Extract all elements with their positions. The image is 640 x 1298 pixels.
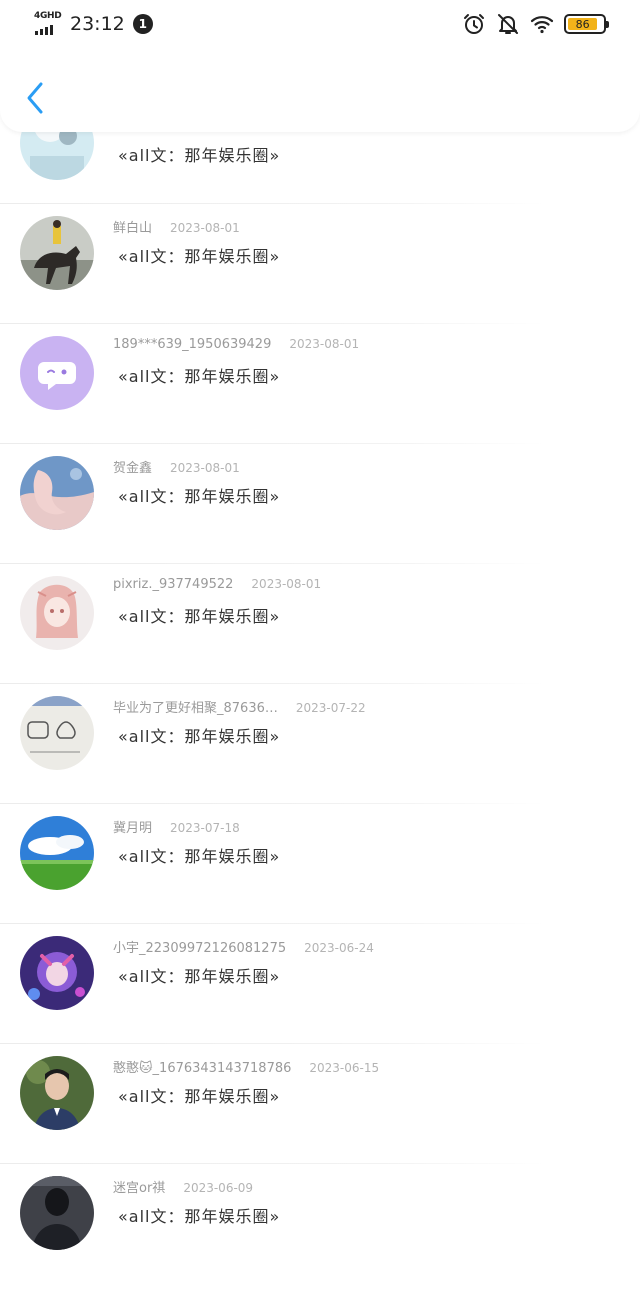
chevron-left-icon	[27, 82, 43, 114]
message-meta: 冀月明 2023-07-18	[113, 817, 240, 836]
notification-badge: 1	[132, 14, 153, 34]
list-item[interactable]: pixriz._937749522 2023-08-01 «all文：那年娱乐圈…	[0, 563, 640, 683]
status-right: 86	[462, 12, 609, 36]
back-button[interactable]	[18, 78, 52, 118]
top-nav-bar	[0, 50, 640, 132]
message-date: 2023-08-01	[289, 337, 360, 351]
avatar[interactable]	[20, 1176, 94, 1250]
wifi-icon	[530, 16, 554, 34]
username[interactable]: 毕业为了更好相聚_87636…	[113, 697, 278, 716]
bell-muted-icon	[498, 14, 518, 34]
list-item[interactable]: 毕业为了更好相聚_87636… 2023-07-22 «all文：那年娱乐圈»	[0, 683, 640, 803]
message-text[interactable]: «all文：那年娱乐圈»	[118, 483, 280, 507]
message-meta: 小宇_22309972126081275 2023-06-24	[113, 937, 374, 956]
message-date: 2023-06-24	[304, 941, 374, 955]
list-item[interactable]: 迷宫or祺 2023-06-09 «all文：那年娱乐圈»	[0, 1163, 640, 1283]
message-text[interactable]: «all文：那年娱乐圈»	[118, 843, 280, 867]
status-bar: 4GHD 23:12 1 86	[0, 0, 640, 50]
battery-level: 86	[568, 18, 598, 31]
message-meta: pixriz._937749522 2023-08-01	[113, 577, 321, 592]
message-text[interactable]: «all文：那年娱乐圈»	[118, 723, 280, 747]
avatar[interactable]	[20, 816, 94, 890]
status-left: 4GHD 23:12 1	[34, 11, 153, 37]
message-date: 2023-06-09	[183, 1181, 254, 1195]
list-item[interactable]: 小宇_22309972126081275 2023-06-24 «all文：那年…	[0, 923, 640, 1043]
network-indicator: 4GHD	[34, 11, 64, 37]
username[interactable]: 鲜白山	[113, 217, 152, 236]
message-meta: 189***639_1950639429 2023-08-01	[113, 337, 359, 352]
message-meta: 憨憨🐱_1676343143718786 2023-06-15	[113, 1057, 379, 1076]
network-label: 4GHD	[34, 11, 62, 21]
list-item[interactable]: 憨憨🐱_1676343143718786 2023-06-15 «all文：那年…	[0, 1043, 640, 1163]
message-meta: 迷宫or祺 2023-06-09	[113, 1177, 253, 1196]
message-text[interactable]: «all文：那年娱乐圈»	[118, 963, 280, 987]
username[interactable]: 189***639_1950639429	[113, 337, 271, 352]
battery-icon: 86	[564, 14, 609, 34]
avatar[interactable]	[20, 1056, 94, 1130]
message-text[interactable]: «all文：那年娱乐圈»	[118, 1083, 280, 1107]
username[interactable]: pixriz._937749522	[113, 577, 233, 592]
message-meta: 毕业为了更好相聚_87636… 2023-07-22	[113, 697, 366, 716]
message-text[interactable]: «all文：那年娱乐圈»	[118, 363, 280, 387]
message-meta: 鲜白山 2023-08-01	[113, 217, 240, 236]
message-text[interactable]: «all文：那年娱乐圈»	[118, 142, 280, 166]
signal-icon	[35, 25, 53, 35]
message-date: 2023-08-01	[170, 461, 240, 475]
avatar[interactable]	[20, 216, 94, 290]
username[interactable]: 冀月明	[113, 817, 152, 836]
username[interactable]: 迷宫or祺	[113, 1177, 165, 1196]
username[interactable]: 憨憨🐱_1676343143718786	[113, 1057, 291, 1076]
list-item[interactable]: 189***639_1950639429 2023-08-01 «all文：那年…	[0, 323, 640, 443]
avatar[interactable]	[20, 576, 94, 650]
message-date: 2023-06-15	[309, 1061, 380, 1075]
message-date: 2023-08-01	[170, 221, 240, 235]
message-text[interactable]: «all文：那年娱乐圈»	[118, 603, 280, 627]
avatar[interactable]	[20, 456, 94, 530]
message-date: 2023-08-01	[251, 577, 322, 591]
clock: 23:12	[70, 13, 125, 35]
avatar[interactable]	[20, 936, 94, 1010]
message-list: «all文：那年娱乐圈» 鲜白山 2023-08-01 «all文：那年娱乐圈»	[0, 95, 640, 1283]
message-text[interactable]: «all文：那年娱乐圈»	[118, 243, 280, 267]
alarm-icon	[464, 14, 484, 34]
message-meta: 贺金鑫 2023-08-01	[113, 457, 240, 476]
list-item[interactable]: 鲜白山 2023-08-01 «all文：那年娱乐圈»	[0, 203, 640, 323]
avatar[interactable]	[20, 336, 94, 410]
message-date: 2023-07-18	[170, 821, 240, 835]
message-text[interactable]: «all文：那年娱乐圈»	[118, 1203, 280, 1227]
list-item[interactable]: 冀月明 2023-07-18 «all文：那年娱乐圈»	[0, 803, 640, 923]
avatar[interactable]	[20, 696, 94, 770]
username[interactable]: 贺金鑫	[113, 457, 152, 476]
username[interactable]: 小宇_22309972126081275	[113, 937, 286, 956]
list-item[interactable]: 贺金鑫 2023-08-01 «all文：那年娱乐圈»	[0, 443, 640, 563]
message-date: 2023-07-22	[295, 701, 366, 715]
